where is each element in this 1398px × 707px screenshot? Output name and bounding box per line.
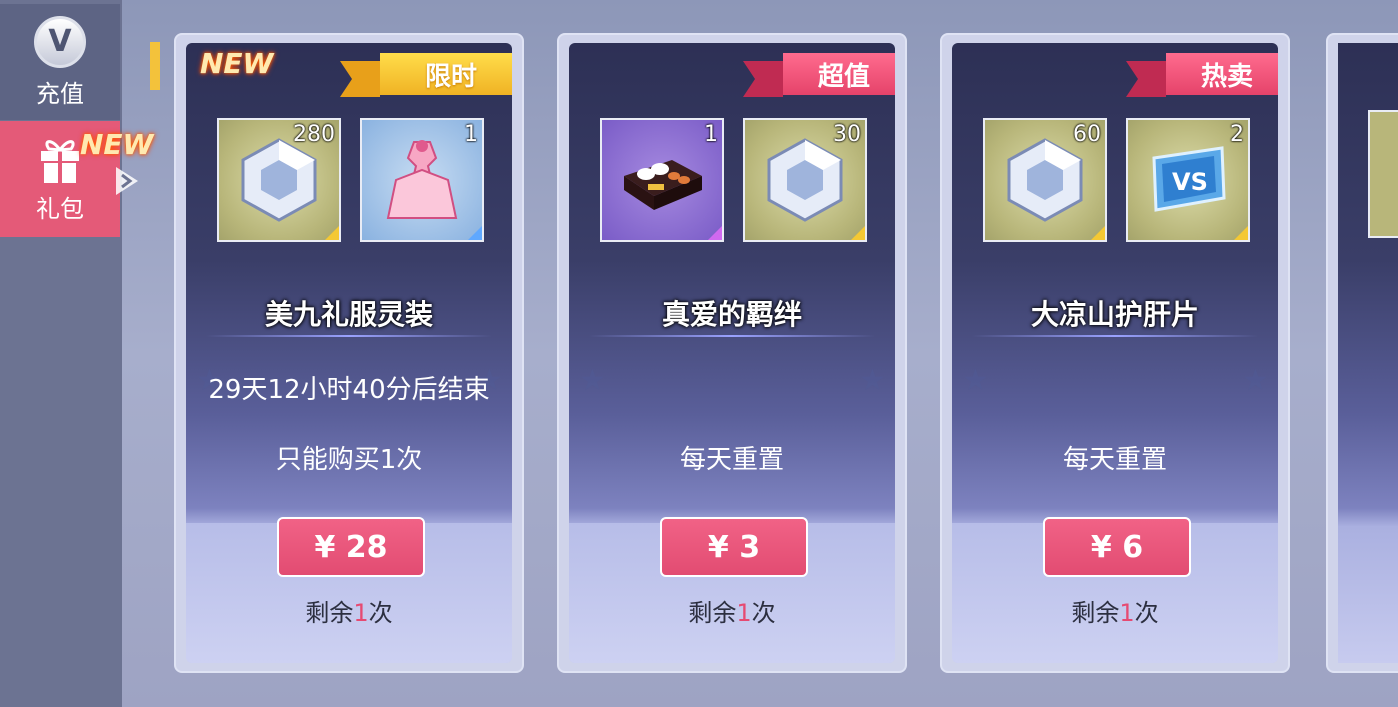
new-badge: NEW <box>80 128 154 161</box>
reward-item[interactable]: 30 <box>743 118 867 242</box>
purchase-limit: 只能购买1次 <box>275 445 423 475</box>
sidebar-item-label: 充值 <box>36 79 84 108</box>
bento-box-icon <box>624 160 702 210</box>
item-quantity: 1 <box>464 122 478 147</box>
next-card-partial[interactable] <box>1326 33 1398 673</box>
remaining-count: 剩余1次 <box>305 599 393 627</box>
buy-button[interactable]: ¥ 3 <box>660 517 808 577</box>
pack-title: 美九礼服灵装 <box>264 298 433 331</box>
star-decoration: ★ <box>859 363 886 398</box>
reset-info: 每天重置 <box>1062 445 1167 475</box>
reward-item <box>1368 110 1398 238</box>
hot-sale-ribbon: 热卖 <box>1166 53 1278 95</box>
gift-pack-card[interactable]: ★ ★ 超值 1 30 真爱的羁绊 每天重置 ¥ 3 剩余1次 <box>557 33 907 673</box>
sidebar: V 充值 礼包 <box>0 0 122 707</box>
chevron-right-icon <box>116 167 138 195</box>
vs-ticket-icon: VS <box>1152 146 1226 212</box>
reward-item[interactable]: VS 2 <box>1126 118 1250 242</box>
new-badge: NEW <box>200 47 274 80</box>
star-decoration: ★ <box>579 363 606 398</box>
v-coin-icon: V <box>34 15 86 68</box>
countdown-timer: 29天12小时40分后结束 <box>208 375 490 405</box>
buy-button[interactable]: ¥ 6 <box>1043 517 1191 577</box>
crystal-icon <box>767 138 843 222</box>
gift-pack-card[interactable]: ★ ★ NEW 限时 280 1 美九礼服灵装 29天12小时40分后结束 只能… <box>174 33 524 673</box>
pink-dress-icon <box>386 140 458 219</box>
sidebar-item-recharge[interactable]: V 充值 <box>0 4 120 120</box>
remaining-count: 剩余1次 <box>1071 599 1159 627</box>
previous-card-ribbon <box>150 42 160 90</box>
remaining-count: 剩余1次 <box>688 599 776 627</box>
card-body: ★ ★ 热卖 60 VS 2 大凉山护肝片 每天重置 ¥ 6 剩余1次 <box>952 43 1278 663</box>
item-quantity: 2 <box>1230 122 1244 147</box>
ribbon-tail-icon <box>743 61 783 97</box>
item-quantity: 1 <box>704 122 718 147</box>
card-body: ★ ★ NEW 限时 280 1 美九礼服灵装 29天12小时40分后结束 只能… <box>186 43 512 663</box>
limited-time-ribbon: 限时 <box>380 53 512 95</box>
star-decoration: ★ <box>1242 363 1269 398</box>
item-quantity: 60 <box>1073 122 1101 147</box>
crystal-icon <box>241 138 317 222</box>
reward-item[interactable]: 1 <box>360 118 484 242</box>
item-quantity: 30 <box>833 122 861 147</box>
item-quantity: 280 <box>293 122 335 147</box>
value-ribbon: 超值 <box>783 53 895 95</box>
buy-button[interactable]: ¥ 28 <box>277 517 425 577</box>
svg-text:VS: VS <box>1172 168 1208 196</box>
reward-item[interactable]: 1 <box>600 118 724 242</box>
sidebar-item-label: 礼包 <box>36 194 84 223</box>
star-decoration: ★ <box>962 363 989 398</box>
card-body: ★ ★ 超值 1 30 真爱的羁绊 每天重置 ¥ 3 剩余1次 <box>569 43 895 663</box>
gift-icon <box>41 139 79 183</box>
pack-title: 大凉山护肝片 <box>1030 298 1199 331</box>
reward-item[interactable]: 280 <box>217 118 341 242</box>
reward-item[interactable]: 60 <box>983 118 1107 242</box>
gift-pack-card[interactable]: ★ ★ 热卖 60 VS 2 大凉山护肝片 每天重置 ¥ 6 剩余1次 <box>940 33 1290 673</box>
pack-title: 真爱的羁绊 <box>661 298 802 331</box>
crystal-icon <box>1007 138 1083 222</box>
reset-info: 每天重置 <box>679 445 784 475</box>
ribbon-tail-icon <box>1126 61 1166 97</box>
ribbon-tail-icon <box>340 61 380 97</box>
